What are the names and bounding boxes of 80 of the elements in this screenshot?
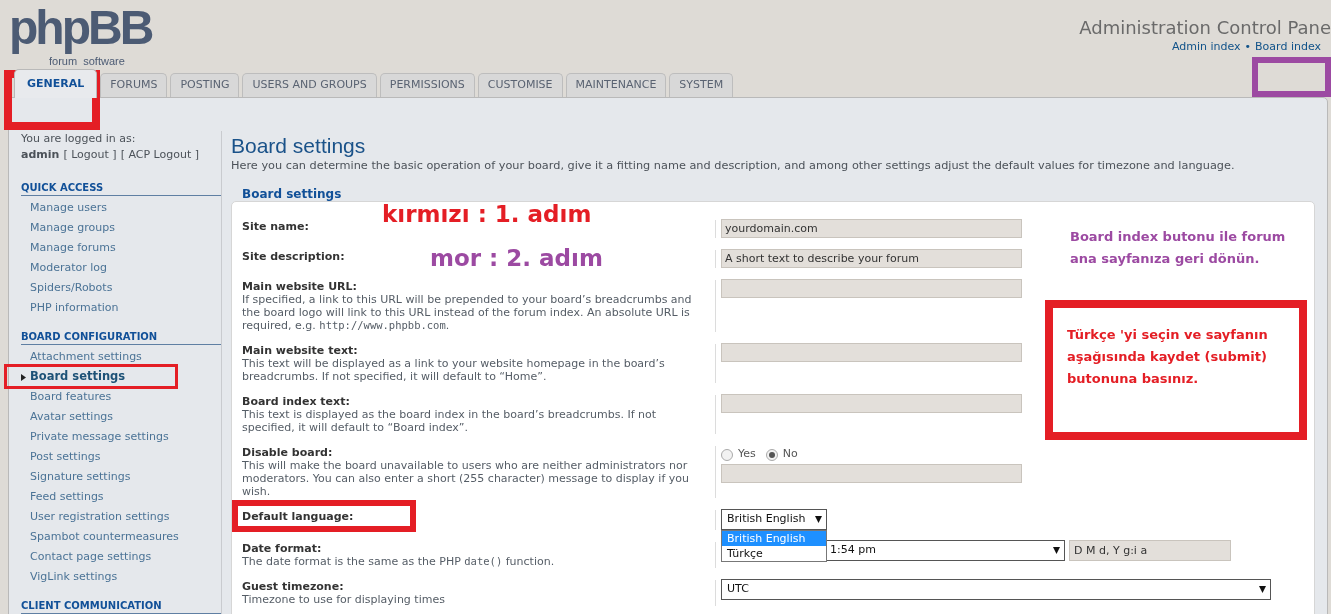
page-heading: Board settings: [231, 133, 367, 159]
text-field[interactable]: D M d, Y g:i a: [1069, 540, 1231, 561]
breadcrumb-link[interactable]: Board index: [1255, 40, 1321, 54]
field-label: Site name:: [242, 220, 309, 233]
field-description: This text is displayed as the board index in the board’s breadcrumbs. If not specified, it will default to “Board index”.: [242, 408, 658, 434]
field-label: Board index text:: [242, 395, 350, 408]
field-label: Main website text:: [242, 344, 358, 357]
page-title: Administration Control Pane: [1079, 17, 1331, 39]
annotation-text: Board index butonu ile forum ana sayfanıza geri dönün.: [1070, 228, 1287, 268]
text-field[interactable]: A short text to describe your forum: [721, 249, 1022, 268]
sidebar-link[interactable]: Signature settings: [30, 468, 131, 486]
sidebar-link[interactable]: Spambot countermeasures: [30, 528, 179, 546]
sidebar-link[interactable]: Contact page settings: [30, 548, 152, 566]
radio-button[interactable]: [721, 448, 733, 461]
sidebar-link[interactable]: Feed settings: [30, 488, 104, 506]
sidebar-heading: QUICK ACCESS: [21, 181, 221, 196]
text-field[interactable]: [721, 464, 1022, 483]
logo-tagline: forum software: [49, 56, 125, 67]
tab[interactable]: FORUMS: [100, 73, 168, 97]
tab[interactable]: MAINTENANCE: [565, 73, 667, 97]
sidebar-link[interactable]: Spiders/Robots: [30, 279, 113, 297]
dropdown[interactable]: British English: [721, 509, 827, 530]
tab[interactable]: USERS AND GROUPS: [242, 73, 377, 97]
field-description: Timezone to use for displaying times: [242, 593, 446, 606]
sidebar-link[interactable]: Moderator log: [30, 259, 108, 277]
sidebar-link[interactable]: User registration settings: [30, 508, 170, 526]
sidebar-link[interactable]: VigLink settings: [30, 568, 118, 586]
text-field[interactable]: [721, 394, 1022, 413]
sidebar-link[interactable]: Board settings: [30, 368, 126, 386]
logout-link[interactable]: [ Logout ]: [63, 147, 117, 163]
fieldset-legend: Board settings: [242, 187, 1315, 201]
field-label: Guest timezone:: [242, 580, 344, 593]
annotation-note: Türkçe 'yi seçin ve sayfanın aşağısında kaydet (submit) butonuna basınız.: [1045, 300, 1307, 440]
field-description: If specified, a link to this URL will be prepended to your board’s breadcrumbs and the board logo will link to this URL instead of the forum index. An absolute URL is required, e.g. http://www.phpbb.com.: [242, 293, 693, 332]
annotation-text: mor : 2. adım: [430, 244, 603, 273]
logged-in-label: You are logged in as:: [21, 131, 137, 147]
logo-wordmark: phpBB: [9, 0, 152, 56]
sidebar-link[interactable]: Manage forums: [30, 239, 116, 257]
tab[interactable]: GENERAL: [14, 69, 98, 98]
sidebar-link[interactable]: Board features: [30, 388, 112, 406]
caret-icon: [815, 516, 822, 523]
dropdown-option[interactable]: Türkçe: [722, 546, 826, 561]
sidebar-link[interactable]: Manage groups: [30, 219, 115, 237]
page-description: Here you can determine the basic operation of your board, give it a fitting name and description, and among other settings adjust the default values for timezone and language.: [231, 159, 1236, 173]
field-label: Date format:: [242, 542, 322, 555]
arrow-icon: [21, 373, 26, 381]
field-label: Site description:: [242, 250, 345, 263]
field-description: This will make the board unavailable to users who are neither administrators nor moderators. You can also enter a short (255 character) message to display if you wish.: [242, 459, 690, 498]
dropdown-option[interactable]: British English: [722, 531, 826, 546]
field-label: Disable board:: [242, 446, 333, 459]
tab[interactable]: SYSTEM: [669, 73, 734, 97]
sidebar-link[interactable]: PHP information: [30, 299, 119, 317]
breadcrumb-link[interactable]: Admin index: [1171, 40, 1241, 54]
field-description: This text will be displayed as a link to your website homepage in the board’s breadcrumbs. If not specified, it will default to “Home”.: [242, 357, 666, 383]
radio-button[interactable]: [765, 448, 778, 461]
caret-icon: [1259, 586, 1266, 593]
text-field[interactable]: [721, 279, 1022, 298]
sidebar-link[interactable]: Private message settings: [30, 428, 169, 446]
dropdown[interactable]: UTC: [721, 579, 1271, 600]
field-label: Default language:: [242, 510, 354, 523]
radio-label: No: [782, 446, 798, 463]
tab[interactable]: PERMISSIONS: [379, 73, 475, 97]
sidebar-link[interactable]: Manage users: [30, 199, 107, 217]
annotation-text: kırmızı : 1. adım: [382, 200, 592, 229]
caret-icon: [1053, 547, 1060, 554]
tab[interactable]: CUSTOMISE: [477, 73, 563, 97]
tab[interactable]: POSTING: [170, 73, 240, 97]
sidebar-heading: CLIENT COMMUNICATION: [21, 599, 221, 614]
field-label: Main website URL:: [242, 280, 357, 293]
text-field[interactable]: [721, 343, 1022, 362]
text-field[interactable]: yourdomain.com: [721, 219, 1022, 238]
separator-dot: •: [1244, 40, 1252, 54]
logout-link[interactable]: [ ACP Logout ]: [120, 147, 199, 163]
field-description: The date format is the same as the PHP date() function.: [242, 555, 556, 568]
sidebar-link[interactable]: Avatar settings: [30, 408, 114, 426]
sidebar-heading: BOARD CONFIGURATION: [21, 330, 221, 345]
radio-label: Yes: [738, 446, 756, 463]
sidebar-link[interactable]: Attachment settings: [30, 348, 142, 366]
sidebar-link[interactable]: Post settings: [30, 448, 101, 466]
username: admin: [21, 147, 60, 163]
